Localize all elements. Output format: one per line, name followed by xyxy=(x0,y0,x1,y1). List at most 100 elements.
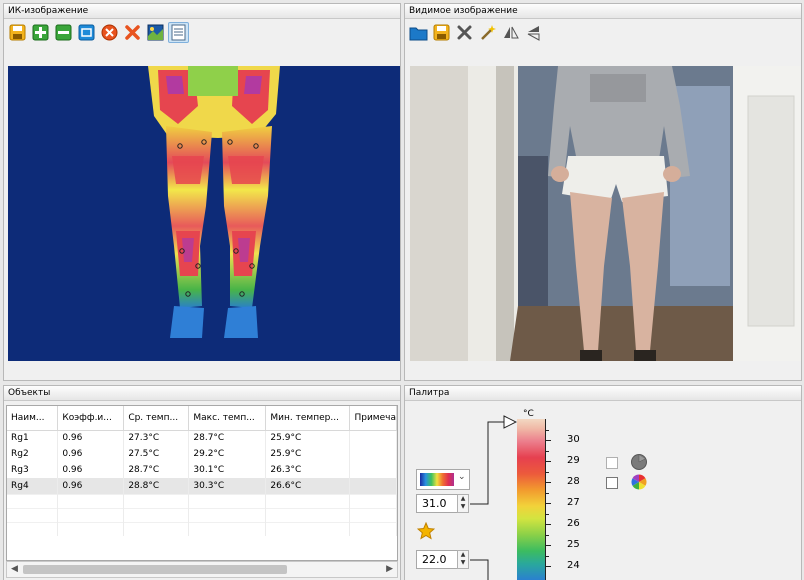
minor-tick xyxy=(546,556,549,557)
save-icon[interactable] xyxy=(431,22,452,43)
min-temperature-stepper[interactable]: ▲ ▼ xyxy=(457,550,469,569)
scale-label: 24 xyxy=(567,560,580,571)
cell-max: 30.1°C xyxy=(188,462,267,478)
major-tick xyxy=(546,461,551,462)
cell-max: 30.3°C xyxy=(188,478,267,494)
scale-label: 26 xyxy=(567,518,580,529)
cell-avg: 27.3°C xyxy=(123,430,190,446)
palette-select[interactable]: ⌄ xyxy=(416,469,470,490)
column-header-note[interactable]: Примеча xyxy=(349,406,397,431)
visible-photo[interactable] xyxy=(410,66,801,361)
flip-horizontal-icon[interactable] xyxy=(500,22,521,43)
max-marker-icon[interactable] xyxy=(503,415,517,429)
cell-avg: 28.8°C xyxy=(123,478,190,494)
cell-coeff: 0.96 xyxy=(57,462,125,478)
rectangle-icon[interactable] xyxy=(76,22,97,43)
minor-tick xyxy=(546,430,549,431)
visible-image-panel: Видимое изображение xyxy=(404,3,802,381)
table-row[interactable]: Rg2 0.96 27.5°C 29.2°C 25.9°C xyxy=(7,446,397,462)
major-tick xyxy=(546,545,551,546)
cell-note xyxy=(349,462,397,478)
chevron-down-icon: ⌄ xyxy=(458,472,466,482)
empty-row xyxy=(7,507,397,522)
cell-min: 25.9°C xyxy=(265,430,351,446)
save-icon[interactable] xyxy=(7,22,28,43)
scale-label: 28 xyxy=(567,476,580,487)
magic-wand-icon[interactable] xyxy=(477,22,498,43)
scale-label: 27 xyxy=(567,497,580,508)
empty-row xyxy=(7,521,397,536)
ir-thermogram[interactable] xyxy=(8,66,400,361)
objects-table[interactable]: Наим... Коэфф.и... Ср. темп... Макс. тем… xyxy=(6,405,398,561)
minor-tick xyxy=(546,514,549,515)
delete-icon[interactable] xyxy=(454,22,475,43)
major-tick xyxy=(546,440,551,441)
max-temperature-stepper[interactable]: ▲ ▼ xyxy=(457,494,469,513)
scrollbar-thumb[interactable] xyxy=(23,565,287,574)
cell-coeff: 0.96 xyxy=(57,446,125,462)
color-palette-checkbox[interactable] xyxy=(606,477,618,489)
cell-coeff: 0.96 xyxy=(57,430,125,446)
cell-note xyxy=(349,430,397,446)
scale-label: 30 xyxy=(567,434,580,445)
table-row-selected[interactable]: Rg4 0.96 28.8°C 30.3°C 26.6°C xyxy=(7,478,397,494)
range-connector-lines xyxy=(470,421,504,580)
cell-max: 29.2°C xyxy=(188,446,267,462)
grayscale-icon[interactable] xyxy=(630,453,648,474)
scale-label: 29 xyxy=(567,455,580,466)
minor-tick xyxy=(546,472,549,473)
visible-toolbar xyxy=(408,22,544,46)
major-tick xyxy=(546,482,551,483)
cell-min: 25.9°C xyxy=(265,446,351,462)
cell-note xyxy=(349,478,397,494)
scroll-left-icon[interactable]: ◀ xyxy=(11,564,18,574)
cell-name: Rg3 xyxy=(7,462,59,478)
cell-avg: 27.5°C xyxy=(123,446,190,462)
cell-coeff: 0.96 xyxy=(57,478,125,494)
delete-region-icon[interactable] xyxy=(99,22,120,43)
cell-name: Rg1 xyxy=(7,430,59,446)
report-icon[interactable] xyxy=(168,22,189,43)
add-line-icon[interactable] xyxy=(53,22,74,43)
gray-palette-checkbox[interactable] xyxy=(606,457,618,469)
column-header-max[interactable]: Макс. темп... xyxy=(188,406,267,431)
cell-avg: 28.7°C xyxy=(123,462,190,478)
objects-panel-title: Объекты xyxy=(4,386,400,401)
visible-panel-title: Видимое изображение xyxy=(405,4,801,19)
ir-panel-title: ИК-изображение xyxy=(4,4,400,19)
empty-row xyxy=(7,493,397,508)
table-row[interactable]: Rg3 0.96 28.7°C 30.1°C 26.3°C xyxy=(7,462,397,478)
ir-toolbar xyxy=(7,22,189,46)
max-temperature-input[interactable]: 31.0 xyxy=(416,494,458,513)
clear-all-icon[interactable] xyxy=(122,22,143,43)
ir-image-panel: ИК-изображение xyxy=(3,3,401,381)
min-temperature-input[interactable]: 22.0 xyxy=(416,550,458,569)
cell-max: 28.7°C xyxy=(188,430,267,446)
scroll-right-icon[interactable]: ▶ xyxy=(386,564,393,574)
cell-note xyxy=(349,446,397,462)
table-row[interactable]: Rg1 0.96 27.3°C 28.7°C 25.9°C xyxy=(7,430,397,446)
minor-tick xyxy=(546,535,549,536)
column-header-min[interactable]: Мин. темпер... xyxy=(265,406,351,431)
cell-name: Rg2 xyxy=(7,446,59,462)
palette-panel-title: Палитра xyxy=(405,386,801,401)
color-wheel-icon[interactable] xyxy=(630,473,648,494)
minor-tick xyxy=(546,493,549,494)
column-header-name[interactable]: Наим... xyxy=(7,406,59,431)
open-folder-icon[interactable] xyxy=(408,22,429,43)
major-tick xyxy=(546,503,551,504)
add-region-icon[interactable] xyxy=(30,22,51,43)
image-view-icon[interactable] xyxy=(145,22,166,43)
column-header-avg[interactable]: Ср. темп... xyxy=(123,406,190,431)
cell-name: Rg4 xyxy=(7,478,59,494)
scale-label: 25 xyxy=(567,539,580,550)
horizontal-scrollbar[interactable]: ◀ ▶ xyxy=(6,561,398,578)
major-tick xyxy=(546,566,551,567)
cell-min: 26.3°C xyxy=(265,462,351,478)
flip-vertical-icon[interactable] xyxy=(523,22,544,43)
column-header-coeff[interactable]: Коэфф.и... xyxy=(57,406,125,431)
major-tick xyxy=(546,524,551,525)
favorite-star-icon[interactable] xyxy=(416,521,436,540)
cell-min: 26.6°C xyxy=(265,478,351,494)
table-header: Наим... Коэфф.и... Ср. темп... Макс. тем… xyxy=(7,406,397,431)
